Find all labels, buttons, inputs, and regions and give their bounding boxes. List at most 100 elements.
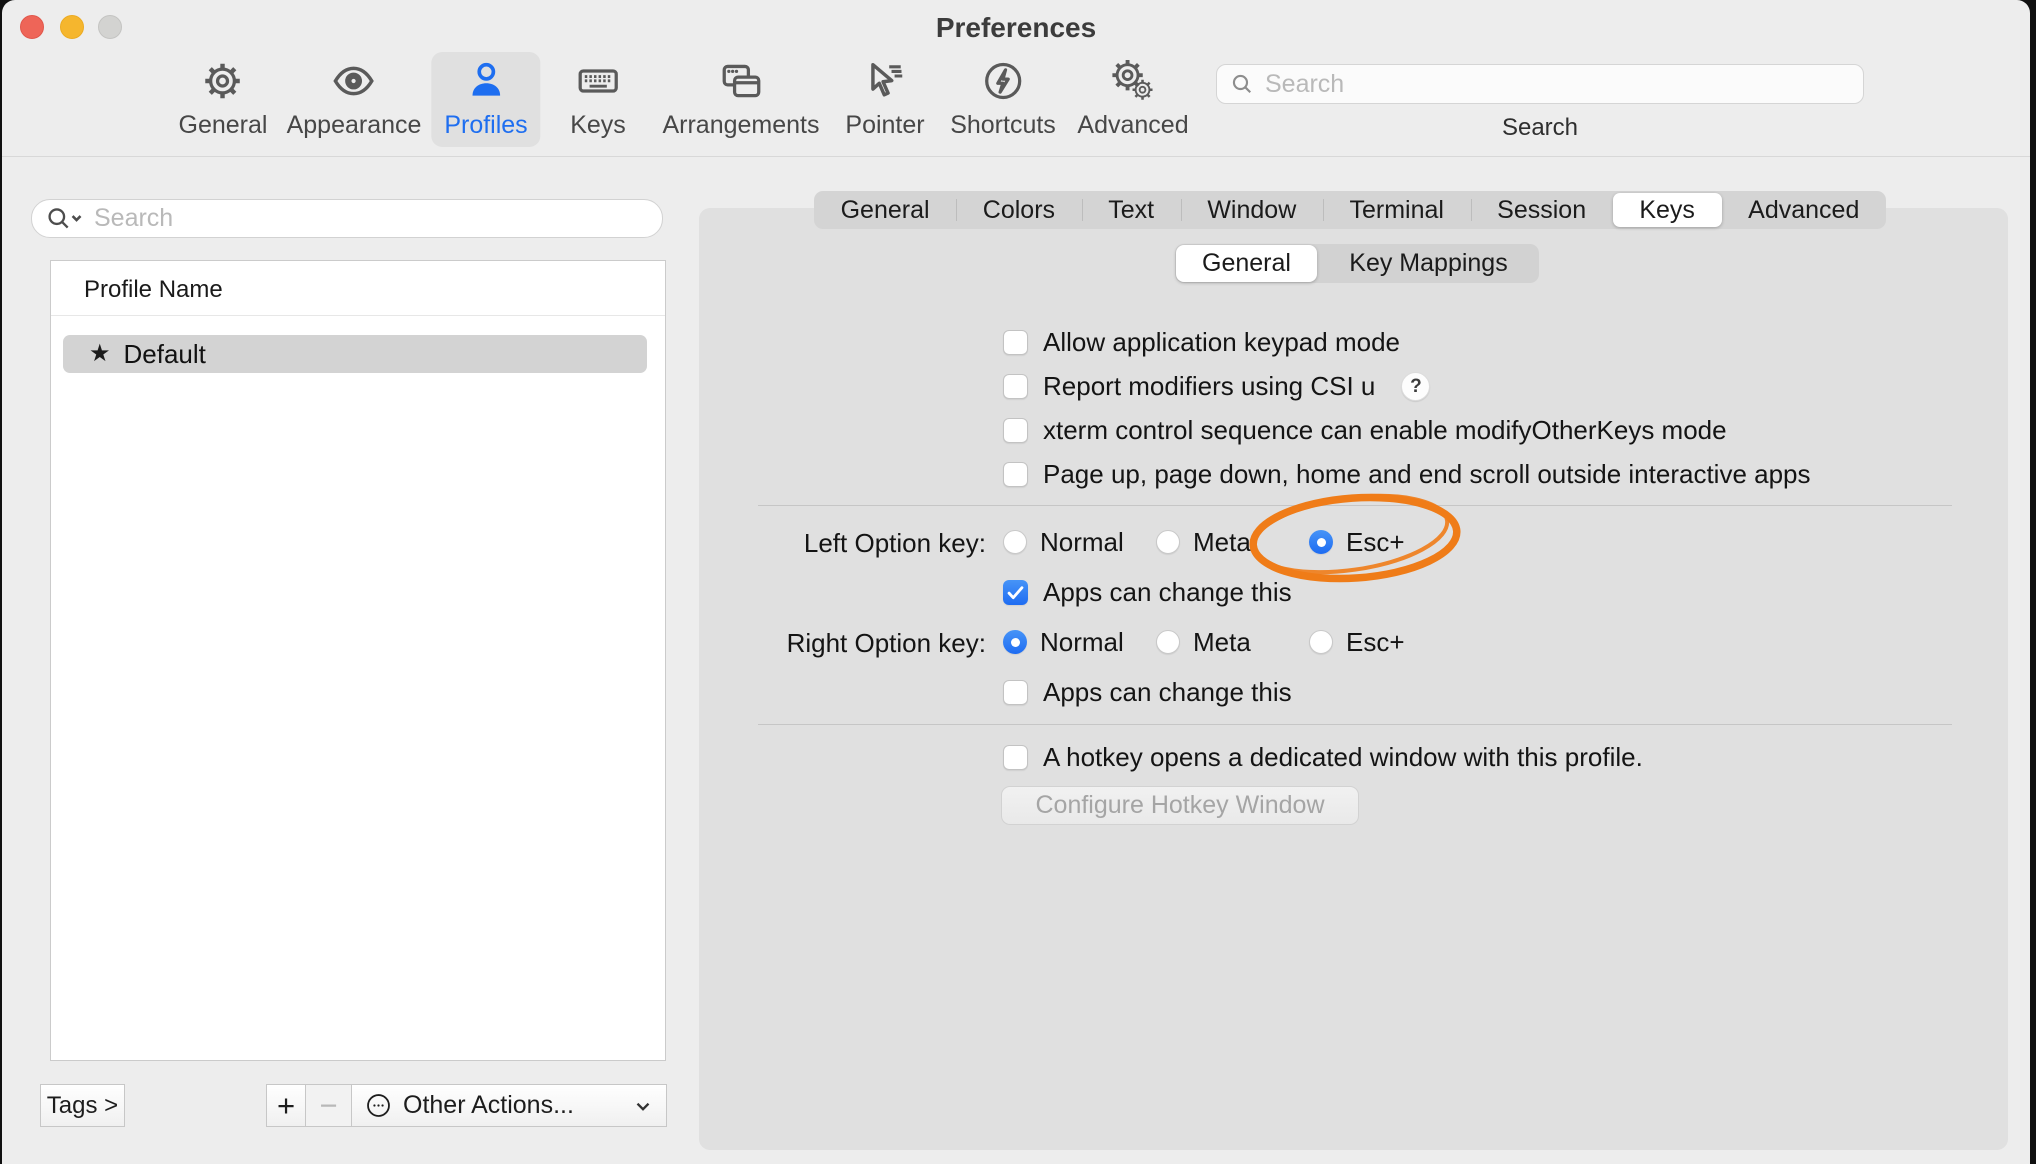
configure-hotkey-window-button[interactable]: Configure Hotkey Window: [1001, 786, 1359, 825]
list-header-divider: [51, 315, 665, 316]
checkbox-row: Report modifiers using CSI u ?: [1003, 372, 1430, 401]
preferences-window: Preferences General Appearance Profiles …: [2, 0, 2030, 1164]
left-option-key-label: Left Option key:: [642, 528, 986, 559]
double-gear-icon: [1110, 58, 1156, 109]
toolbar-item-shortcuts[interactable]: Shortcuts: [937, 52, 1069, 147]
checkbox-row: Allow application keypad mode: [1003, 328, 1400, 357]
radio-label: Meta: [1193, 627, 1251, 658]
toolbar-label: Advanced: [1077, 111, 1188, 140]
profile-search-field[interactable]: [31, 199, 663, 238]
chevron-down-icon: [632, 1095, 654, 1117]
checkbox-label: Apps can change this: [1043, 577, 1292, 608]
lightning-icon: [980, 58, 1026, 109]
checkbox-label: A hotkey opens a dedicated window with t…: [1043, 742, 1643, 773]
radio-icon-selected[interactable]: [1309, 530, 1333, 554]
toolbar-item-pointer[interactable]: Pointer: [832, 52, 937, 147]
radio-icon[interactable]: [1156, 630, 1180, 654]
window-title: Preferences: [2, 12, 2030, 44]
modify-other-keys-checkbox[interactable]: [1003, 418, 1028, 443]
section-divider: [758, 724, 1952, 725]
profile-tab-bar: General Colors Text Window Terminal Sess…: [814, 191, 1886, 229]
windows-icon: [718, 58, 764, 109]
radio-icon-selected[interactable]: [1003, 630, 1027, 654]
toolbar-label: Shortcuts: [950, 111, 1056, 140]
left-option-normal[interactable]: Normal: [1003, 528, 1124, 556]
profile-row-default[interactable]: ★ Default: [63, 335, 647, 373]
eye-icon: [331, 58, 377, 109]
gear-icon: [200, 58, 246, 109]
toolbar-divider: [2, 156, 2030, 157]
keyboard-icon: [575, 58, 621, 109]
toolbar-label: Appearance: [287, 111, 422, 140]
tab-terminal[interactable]: Terminal: [1323, 191, 1471, 229]
left-option-meta[interactable]: Meta: [1156, 528, 1251, 556]
keys-subtab-bar: General Key Mappings: [1175, 244, 1539, 283]
profile-search-input[interactable]: [94, 204, 650, 233]
toolbar-item-profiles[interactable]: Profiles: [431, 52, 540, 147]
person-icon: [463, 58, 509, 109]
subtab-key-mappings[interactable]: Key Mappings: [1318, 244, 1539, 283]
radio-icon[interactable]: [1309, 630, 1333, 654]
checkbox-row: xterm control sequence can enable modify…: [1003, 416, 1727, 445]
toolbar-label: Pointer: [845, 111, 924, 140]
remove-profile-button[interactable]: −: [305, 1084, 352, 1127]
hotkey-window-checkbox[interactable]: [1003, 745, 1028, 770]
profile-list-header: Profile Name: [84, 276, 223, 304]
toolbar-search-field[interactable]: [1216, 64, 1864, 104]
radio-label: Normal: [1040, 627, 1124, 658]
left-option-esc[interactable]: Esc+: [1309, 528, 1405, 556]
section-divider: [758, 505, 1952, 506]
toolbar-label: Keys: [570, 111, 626, 140]
tab-session[interactable]: Session: [1471, 191, 1613, 229]
tab-general[interactable]: General: [814, 191, 956, 229]
right-option-meta[interactable]: Meta: [1156, 628, 1251, 656]
left-apps-can-change-checkbox[interactable]: [1003, 580, 1028, 605]
toolbar-item-arrangements[interactable]: Arrangements: [649, 52, 832, 147]
csi-u-checkbox[interactable]: [1003, 374, 1028, 399]
star-icon: ★: [89, 342, 111, 366]
ellipsis-circle-icon: [365, 1092, 392, 1119]
tab-advanced[interactable]: Advanced: [1722, 191, 1886, 229]
toolbar-label: Profiles: [444, 111, 527, 140]
checkbox-label: Allow application keypad mode: [1043, 327, 1400, 358]
subtab-general[interactable]: General: [1176, 245, 1317, 282]
radio-icon[interactable]: [1003, 530, 1027, 554]
page-scroll-checkbox[interactable]: [1003, 462, 1028, 487]
checkbox-label: Report modifiers using CSI u: [1043, 371, 1375, 402]
tab-window[interactable]: Window: [1181, 191, 1323, 229]
toolbar-search-label: Search: [1216, 114, 1864, 142]
search-menu-icon: [44, 205, 86, 233]
toolbar-item-keys[interactable]: Keys: [557, 52, 639, 147]
tab-colors[interactable]: Colors: [956, 191, 1081, 229]
profile-name: Default: [124, 339, 206, 370]
checkbox-label: Apps can change this: [1043, 677, 1292, 708]
radio-label: Meta: [1193, 527, 1251, 558]
other-actions-label: Other Actions...: [403, 1091, 574, 1120]
add-profile-button[interactable]: +: [266, 1084, 306, 1127]
radio-icon[interactable]: [1156, 530, 1180, 554]
checkbox-row: Page up, page down, home and end scroll …: [1003, 460, 1811, 489]
toolbar-label: General: [179, 111, 268, 140]
search-icon: [1229, 71, 1256, 98]
tab-keys[interactable]: Keys: [1613, 193, 1722, 227]
toolbar-item-advanced[interactable]: Advanced: [1064, 52, 1201, 147]
radio-label: Esc+: [1346, 527, 1405, 558]
right-option-esc[interactable]: Esc+: [1309, 628, 1405, 656]
allow-keypad-checkbox[interactable]: [1003, 330, 1028, 355]
toolbar-item-general[interactable]: General: [166, 52, 281, 147]
radio-label: Esc+: [1346, 627, 1405, 658]
tags-button[interactable]: Tags >: [40, 1084, 125, 1127]
right-option-normal[interactable]: Normal: [1003, 628, 1124, 656]
tab-text[interactable]: Text: [1082, 191, 1181, 229]
toolbar-search-input[interactable]: [1265, 70, 1851, 99]
checkbox-label: Page up, page down, home and end scroll …: [1043, 459, 1811, 490]
cursor-icon: [862, 58, 908, 109]
toolbar-item-appearance[interactable]: Appearance: [274, 52, 435, 147]
checkbox-row: Apps can change this: [1003, 578, 1292, 607]
profile-list: Profile Name ★ Default: [50, 260, 666, 1061]
help-button[interactable]: ?: [1401, 372, 1430, 401]
other-actions-dropdown[interactable]: Other Actions...: [351, 1084, 667, 1127]
right-apps-can-change-checkbox[interactable]: [1003, 680, 1028, 705]
toolbar-label: Arrangements: [662, 111, 819, 140]
radio-label: Normal: [1040, 527, 1124, 558]
